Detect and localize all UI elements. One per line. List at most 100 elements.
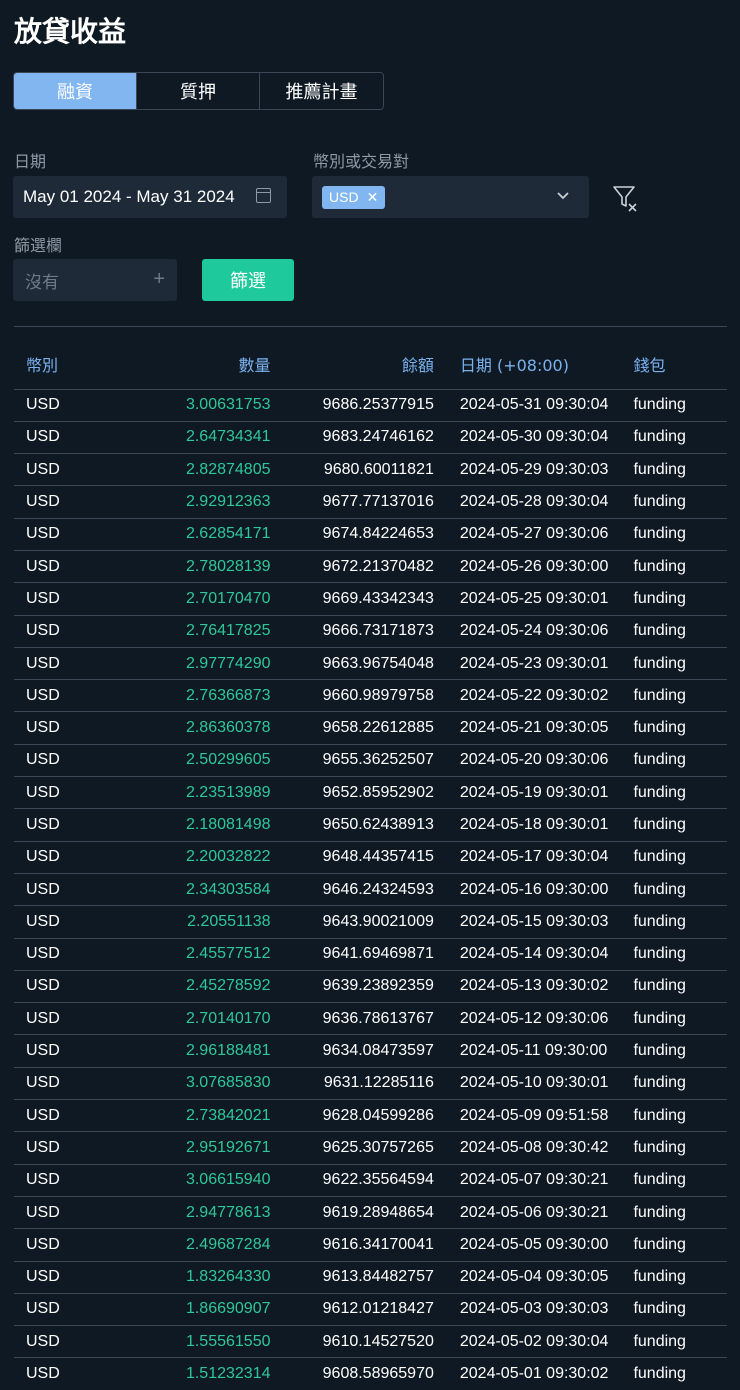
table-row: USD 2.76366873 9660.98979758 2024-05-22 09:… xyxy=(14,679,727,713)
cell-wallet: funding xyxy=(608,1131,727,1165)
calendar-icon[interactable] xyxy=(256,188,271,203)
cell-amount: 2.73842021 xyxy=(101,1099,273,1133)
cell-wallet: funding xyxy=(608,453,727,487)
cell-date: 2024-05-11 09:30:00 xyxy=(435,1034,609,1068)
plus-icon[interactable]: + xyxy=(153,268,165,291)
cell-wallet: funding xyxy=(608,1261,727,1294)
cell-wallet: funding xyxy=(608,1325,727,1359)
cell-currency: USD xyxy=(14,1196,102,1230)
tab-referral[interactable]: 推薦計畫 xyxy=(260,73,383,109)
cell-balance: 9628.04599286 xyxy=(272,1099,436,1133)
cell-wallet: funding xyxy=(608,1196,727,1230)
cell-date: 2024-05-21 09:30:05 xyxy=(435,711,609,745)
cell-amount: 2.86360378 xyxy=(101,711,273,745)
table-row: USD 2.23513989 9652.85952902 2024-05-19 09:… xyxy=(14,776,727,810)
cell-currency: USD xyxy=(14,453,102,487)
cell-wallet: funding xyxy=(608,485,727,519)
date-range-picker[interactable]: May 01 2024 - May 31 2024 xyxy=(13,176,287,218)
cell-currency: USD xyxy=(14,970,102,1004)
cell-date: 2024-05-02 09:30:04 xyxy=(435,1325,609,1359)
cell-currency: USD xyxy=(14,1261,102,1294)
cell-amount: 2.96188481 xyxy=(101,1034,273,1068)
cell-balance: 9674.84224653 xyxy=(272,518,436,551)
cell-wallet: funding xyxy=(608,679,727,713)
cell-balance: 9641.69469871 xyxy=(272,938,436,971)
clear-filter-icon[interactable] xyxy=(612,184,640,214)
cell-amount: 2.20551138 xyxy=(101,905,273,939)
cell-date: 2024-05-20 09:30:06 xyxy=(435,744,609,778)
cell-balance: 9672.21370482 xyxy=(272,550,436,584)
cell-date: 2024-05-22 09:30:02 xyxy=(435,679,609,713)
cell-amount: 2.34303584 xyxy=(101,873,273,907)
cell-balance: 9663.96754048 xyxy=(272,647,436,681)
table-row: USD 1.51232314 9608.58965970 2024-05-01 09:… xyxy=(14,1357,727,1390)
cell-date: 2024-05-25 09:30:01 xyxy=(435,582,609,616)
cell-amount: 3.06615940 xyxy=(101,1164,273,1197)
cell-balance: 9616.34170041 xyxy=(272,1228,436,1262)
cell-date: 2024-05-24 09:30:06 xyxy=(435,615,609,648)
cell-currency: USD xyxy=(14,518,102,551)
chevron-down-icon[interactable] xyxy=(557,189,569,203)
cell-wallet: funding xyxy=(608,582,727,616)
cell-balance: 9680.60011821 xyxy=(272,453,436,487)
cell-date: 2024-05-31 09:30:04 xyxy=(435,389,609,422)
cell-wallet: funding xyxy=(608,1099,727,1133)
cell-currency: USD xyxy=(14,938,102,971)
cell-amount: 2.64734341 xyxy=(101,421,273,455)
cell-amount: 2.78028139 xyxy=(101,550,273,584)
cell-balance: 9639.23892359 xyxy=(272,970,436,1004)
cell-date: 2024-05-03 09:30:03 xyxy=(435,1293,609,1327)
table-row: USD 2.70170470 9669.43342343 2024-05-25 09:… xyxy=(14,582,727,616)
cell-currency: USD xyxy=(14,647,102,681)
cell-balance: 9648.44357415 xyxy=(272,841,436,874)
page-title: 放貸收益 xyxy=(14,15,127,48)
table-row: USD 2.20551138 9643.90021009 2024-05-15 09:… xyxy=(14,905,727,939)
filter-column-select[interactable]: 沒有 + xyxy=(13,259,177,301)
table-row: USD 3.00631753 9686.25377915 2024-05-31 09:… xyxy=(14,389,727,422)
table-row: USD 2.92912363 9677.77137016 2024-05-28 09:… xyxy=(14,485,727,519)
cell-balance: 9613.84482757 xyxy=(272,1261,436,1294)
cell-wallet: funding xyxy=(608,1034,727,1068)
table-row: USD 2.94778613 9619.28948654 2024-05-06 09:… xyxy=(14,1196,727,1230)
divider xyxy=(14,326,727,327)
table-row: USD 2.95192671 9625.30757265 2024-05-08 09:… xyxy=(14,1131,727,1165)
cell-balance: 9655.36252507 xyxy=(272,744,436,778)
cell-amount: 2.97774290 xyxy=(101,647,273,681)
tab-bar: 融資 質押 推薦計畫 xyxy=(13,72,384,110)
cell-amount: 2.94778613 xyxy=(101,1196,273,1230)
table-row: USD 2.76417825 9666.73171873 2024-05-24 09:… xyxy=(14,615,727,648)
filter-button[interactable]: 篩選 xyxy=(202,259,294,301)
cell-amount: 1.55561550 xyxy=(101,1325,273,1359)
date-range-value: May 01 2024 - May 31 2024 xyxy=(23,187,235,206)
cell-wallet: funding xyxy=(608,1067,727,1101)
header-currency: 幣別 xyxy=(14,340,102,390)
cell-balance: 9658.22612885 xyxy=(272,711,436,745)
table-row: USD 1.55561550 9610.14527520 2024-05-02 09:… xyxy=(14,1325,727,1359)
cell-balance: 9650.62438913 xyxy=(272,808,436,842)
cell-currency: USD xyxy=(14,615,102,648)
tab-funding[interactable]: 融資 xyxy=(14,73,137,109)
currency-label: 幣別或交易對 xyxy=(313,152,410,171)
cell-currency: USD xyxy=(14,1357,102,1390)
header-date: 日期 (+08:00) xyxy=(435,340,609,390)
cell-balance: 9636.78613767 xyxy=(272,1002,436,1036)
table-row: USD 2.34303584 9646.24324593 2024-05-16 09:… xyxy=(14,873,727,907)
table-row: USD 2.73842021 9628.04599286 2024-05-09 09:… xyxy=(14,1099,727,1133)
currency-chip: USD ✕ xyxy=(322,185,386,209)
cell-balance: 9669.43342343 xyxy=(272,582,436,616)
currency-select[interactable]: USD ✕ xyxy=(312,176,589,218)
cell-amount: 2.76366873 xyxy=(101,679,273,713)
close-icon[interactable]: ✕ xyxy=(367,189,379,206)
table-row: USD 2.64734341 9683.24746162 2024-05-30 09:… xyxy=(14,421,727,455)
cell-amount: 2.62854171 xyxy=(101,518,273,551)
tab-staking[interactable]: 質押 xyxy=(137,73,260,109)
cell-currency: USD xyxy=(14,1131,102,1165)
cell-balance: 9625.30757265 xyxy=(272,1131,436,1165)
header-amount: 數量 xyxy=(101,340,273,390)
cell-amount: 2.82874805 xyxy=(101,453,273,487)
table-row: USD 3.07685830 9631.12285116 2024-05-10 09:… xyxy=(14,1067,727,1101)
table-row: USD 2.18081498 9650.62438913 2024-05-18 09:… xyxy=(14,808,727,842)
cell-balance: 9610.14527520 xyxy=(272,1325,436,1359)
cell-wallet: funding xyxy=(608,1357,727,1390)
cell-amount: 1.51232314 xyxy=(101,1357,273,1390)
